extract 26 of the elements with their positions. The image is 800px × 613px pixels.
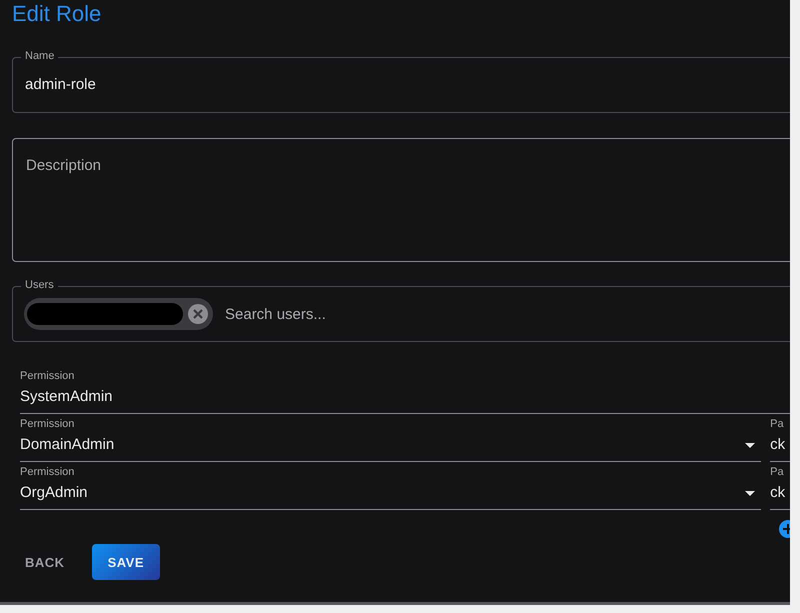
field-label: Permission: [20, 418, 74, 430]
page-title: Edit Role: [12, 0, 102, 27]
field-value: ck: [770, 436, 786, 453]
field-value: SystemAdmin: [20, 388, 113, 405]
field-label: Permission: [20, 370, 74, 382]
caret-icon: [745, 491, 756, 496]
field-value: OrgAdmin: [20, 484, 88, 501]
parameter-field[interactable]: Pa ck: [770, 464, 790, 510]
field-label: Permission: [20, 466, 74, 478]
field-label: Pa: [770, 466, 784, 478]
back-button[interactable]: BACK: [12, 544, 78, 580]
caret-icon: [745, 443, 756, 448]
permission-field[interactable]: Permission SystemAdmin: [20, 368, 790, 414]
field-value: ck: [770, 484, 786, 501]
field-value: DomainAdmin: [20, 436, 114, 453]
permission-select[interactable]: Permission DomainAdmin: [20, 416, 762, 462]
remove-icon[interactable]: [187, 303, 209, 325]
description-field[interactable]: Description: [12, 138, 790, 262]
field-value: admin-role: [25, 76, 96, 93]
save-button[interactable]: SAVE: [92, 544, 160, 580]
field-label: Pa: [770, 418, 784, 430]
field-placeholder: Description: [26, 157, 102, 174]
parameter-field[interactable]: Pa ck: [770, 416, 790, 462]
search-users-input[interactable]: Search users...: [223, 304, 527, 324]
user-chip[interactable]: [24, 298, 213, 330]
permission-select[interactable]: Permission OrgAdmin: [20, 464, 762, 510]
